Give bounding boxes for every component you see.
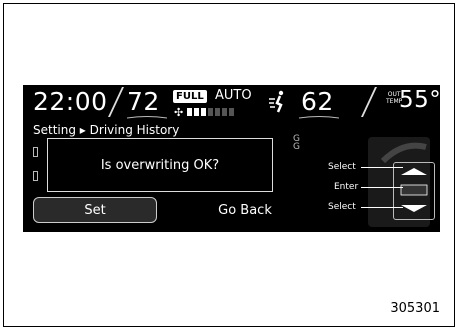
fan-icon: ✣	[174, 106, 184, 119]
fan-level-bar	[215, 108, 220, 116]
knob-arrows	[400, 168, 428, 212]
set-button[interactable]: Set	[33, 197, 157, 223]
divider	[108, 87, 124, 117]
driver-temperature: 72	[127, 87, 160, 116]
select-up-label: Select	[328, 162, 356, 172]
enter-label: Enter	[334, 182, 359, 192]
go-back-button[interactable]: Go Back	[183, 197, 307, 223]
enter-button-icon[interactable]	[400, 184, 428, 196]
leader-line	[361, 167, 403, 168]
display-screen: 22:00 72 FULL AUTO ✣ 62 OUT TEMP 55°F	[23, 85, 440, 232]
breadcrumb: Setting ▸ Driving History	[33, 123, 179, 137]
leader-line	[361, 207, 403, 208]
select-down-label: Select	[328, 202, 356, 212]
confirm-dialog: Is overwriting OK?	[47, 138, 273, 192]
fan-level-bar	[194, 108, 199, 116]
dialog-message: Is overwriting OK?	[100, 157, 220, 173]
breadcrumb-root[interactable]: Setting	[33, 123, 76, 137]
full-badge: FULL	[173, 90, 207, 103]
list-item-edge	[33, 147, 38, 157]
fan-level-bar	[229, 108, 234, 116]
passenger-temperature: 62	[301, 87, 334, 116]
fan-level-bar	[208, 108, 213, 116]
airflow-mode-icon	[269, 90, 284, 113]
auto-mode-label: AUTO	[215, 88, 252, 103]
outside-temperature: 55°F	[399, 87, 440, 113]
divider	[361, 87, 377, 117]
partial-row-label: G G	[293, 134, 300, 152]
fan-level-bar	[187, 108, 192, 116]
underline-decor	[299, 116, 339, 119]
up-arrow-icon[interactable]	[401, 168, 427, 175]
down-arrow-icon[interactable]	[401, 205, 427, 212]
leader-line	[361, 187, 403, 188]
breadcrumb-separator-icon: ▸	[79, 123, 86, 137]
underline-decor	[127, 116, 167, 119]
fan-level-bar	[201, 108, 206, 116]
panel-shading	[380, 142, 427, 163]
fan-level-bar	[222, 108, 227, 116]
list-item-edge	[33, 171, 38, 181]
figure-number: 305301	[390, 301, 440, 316]
breadcrumb-page: Driving History	[89, 123, 180, 137]
clock: 22:00	[33, 87, 108, 116]
climate-status-bar: 22:00 72 FULL AUTO ✣ 62 OUT TEMP 55°F	[23, 85, 440, 121]
